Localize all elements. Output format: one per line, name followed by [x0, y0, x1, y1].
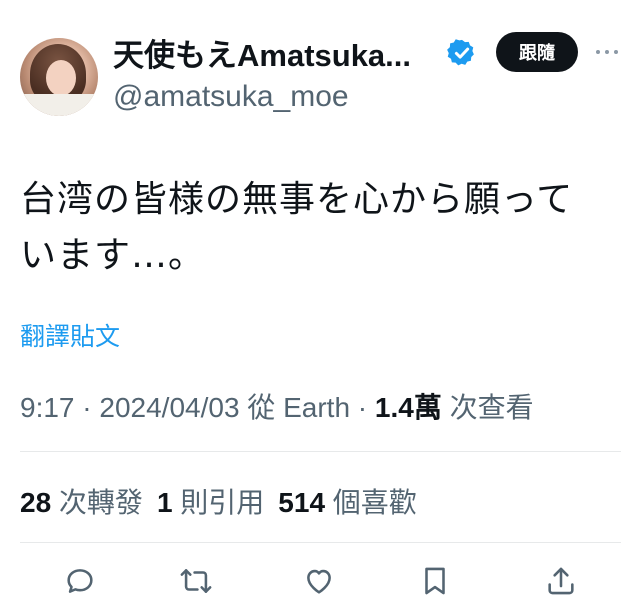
more-dot: [614, 50, 618, 54]
quotes-label[interactable]: 則引用: [173, 487, 264, 518]
tweet-time[interactable]: 9:17: [20, 392, 75, 423]
avatar-cloth: [20, 94, 98, 116]
follow-button[interactable]: 跟隨: [496, 32, 578, 72]
reply-icon[interactable]: [63, 564, 97, 598]
more-dot: [596, 50, 600, 54]
tweet-text-line: います…。: [20, 235, 206, 276]
meta-separator: ·: [350, 392, 375, 423]
source-prefix: 從: [239, 392, 284, 423]
retweet-icon[interactable]: [179, 564, 213, 598]
retweets-label[interactable]: 次轉發: [51, 487, 143, 518]
translate-post-link[interactable]: 翻譯貼文: [20, 317, 120, 353]
more-dot: [605, 50, 609, 54]
views-count[interactable]: 1.4萬: [375, 392, 442, 423]
user-handle[interactable]: @amatsuka_moe: [113, 80, 349, 114]
share-icon[interactable]: [544, 564, 578, 598]
quotes-count[interactable]: 1: [157, 487, 173, 518]
divider: [20, 451, 621, 452]
retweets-count[interactable]: 28: [20, 487, 51, 518]
tweet-header: 天使もえAmatsuka... @amatsuka_moe 跟隨: [0, 0, 641, 130]
display-name[interactable]: 天使もえAmatsuka...: [113, 30, 411, 75]
tweet-text-line: 台湾の皆様の無事を心から願って: [20, 179, 574, 220]
avatar[interactable]: [20, 38, 98, 116]
action-bar: [0, 560, 641, 602]
more-options-icon[interactable]: [596, 48, 618, 56]
engagement-stats: 28 次轉發 1 則引用 514 個喜歡: [20, 481, 417, 521]
views-label: 次查看: [441, 392, 534, 423]
like-icon[interactable]: [302, 564, 336, 598]
likes-label[interactable]: 個喜歡: [325, 487, 417, 518]
avatar-face: [46, 60, 76, 96]
divider: [20, 542, 621, 543]
tweet-text: 台湾の皆様の無事を心から願って います…。: [20, 172, 620, 284]
tweet-date[interactable]: 2024/04/03: [99, 392, 239, 423]
likes-count[interactable]: 514: [278, 487, 325, 518]
bookmark-icon[interactable]: [418, 564, 452, 598]
verified-badge-icon: [447, 39, 474, 66]
tweet-source: Earth: [283, 392, 351, 423]
tweet-meta: 9:17 · 2024/04/03 從 Earth · 1.4萬 次查看: [20, 386, 534, 426]
meta-separator: ·: [74, 392, 100, 423]
